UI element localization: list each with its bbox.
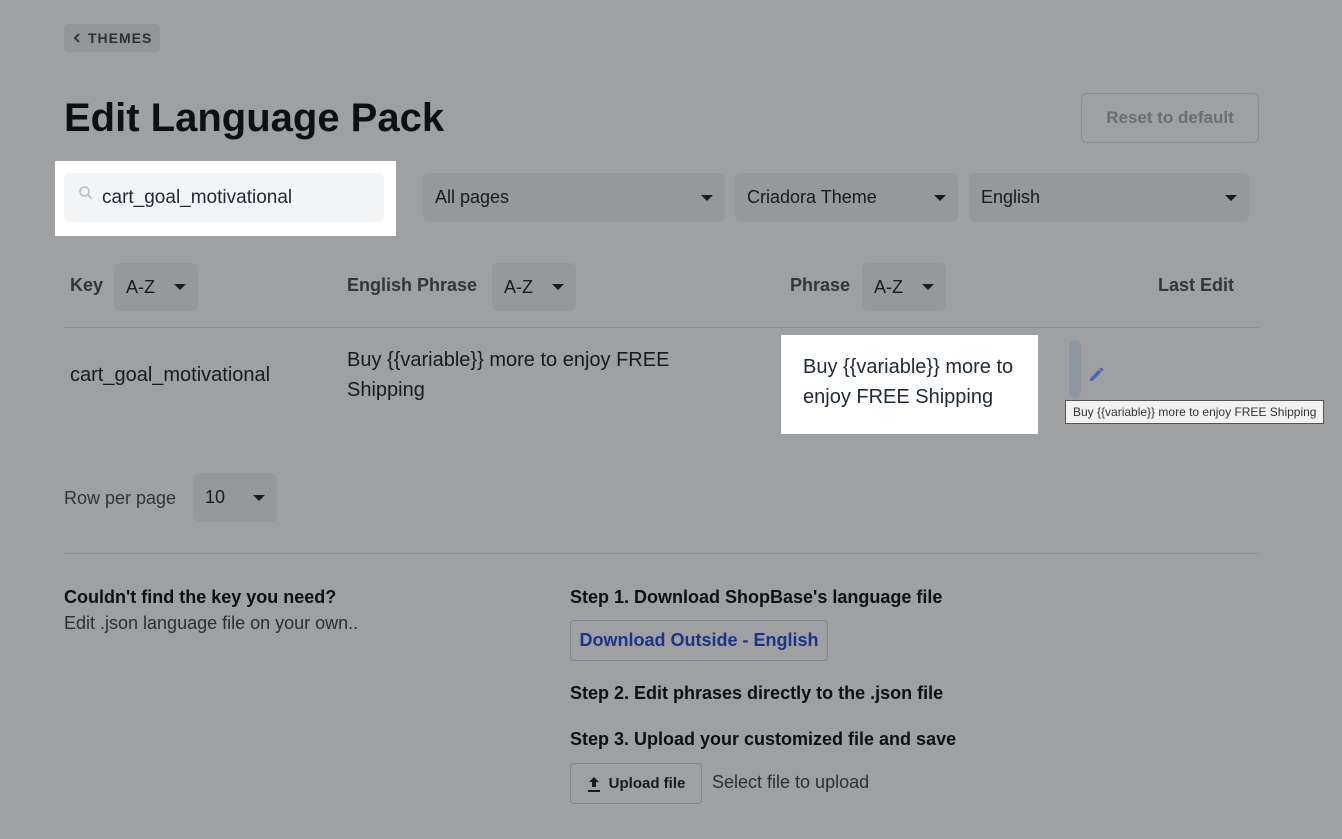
search-icon <box>79 185 93 200</box>
search-field[interactable] <box>64 173 384 222</box>
phrase-tooltip: Buy {{variable}} more to enjoy FREE Ship… <box>1065 400 1325 424</box>
search-input[interactable] <box>100 185 384 210</box>
pencil-icon[interactable] <box>1087 364 1107 384</box>
scrollbar-thumb[interactable] <box>1069 340 1081 398</box>
phrase-edit-field[interactable]: Buy {{variable}} more to enjoy FREE Ship… <box>781 335 1038 434</box>
